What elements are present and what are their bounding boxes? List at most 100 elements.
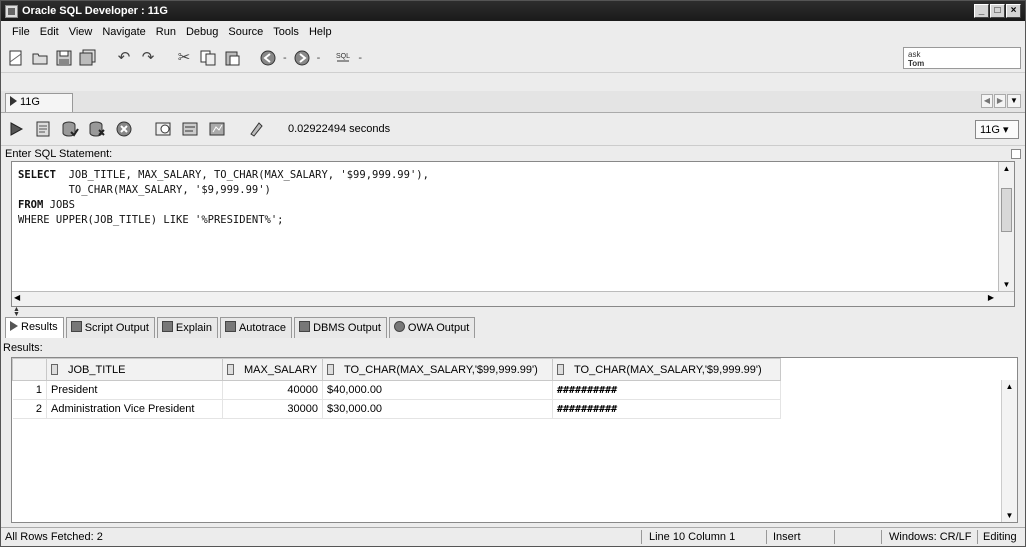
- back-dropdown-icon[interactable]: -: [283, 49, 287, 67]
- tab-owa-output[interactable]: OWA Output: [388, 317, 476, 338]
- enter-sql-label: Enter SQL Statement:: [5, 148, 113, 160]
- tab-right-icon[interactable]: ▶: [994, 94, 1006, 108]
- menu-source[interactable]: Source: [223, 26, 268, 38]
- clear-eraser-icon[interactable]: [247, 120, 265, 138]
- window-controls: _ □ ×: [974, 4, 1021, 18]
- forward-dropdown-icon[interactable]: -: [317, 49, 321, 67]
- tab-results-label: Results: [21, 321, 58, 333]
- cell-max-salary[interactable]: 30000: [222, 399, 323, 419]
- menu-navigate[interactable]: Navigate: [97, 26, 150, 38]
- col-header-to-char-1[interactable]: TO_CHAR(MAX_SALARY,'$99,999.99'): [322, 358, 553, 381]
- results-vertical-scrollbar[interactable]: ▲ ▼: [1001, 380, 1017, 522]
- results-header-row: JOB_TITLE MAX_SALARY TO_CHAR(MAX_SALARY,…: [12, 358, 781, 381]
- tab-11g[interactable]: 11G: [5, 93, 73, 112]
- scroll-right-icon[interactable]: ▶: [988, 293, 994, 302]
- run-statement-icon[interactable]: [7, 120, 25, 138]
- cell-to-char-2[interactable]: ##########: [552, 380, 781, 400]
- autotrace-icon[interactable]: [208, 120, 226, 138]
- sql-line-3: FROM JOBS: [18, 199, 75, 211]
- tab-left-icon[interactable]: ◀: [981, 94, 993, 108]
- paste-icon[interactable]: [223, 49, 241, 67]
- scroll-up-icon[interactable]: ▲: [999, 162, 1014, 176]
- sql-dropdown-icon[interactable]: -: [358, 49, 362, 67]
- history-icon[interactable]: [154, 120, 172, 138]
- autotrace-tab-icon: [224, 321, 236, 332]
- rollback-icon[interactable]: [88, 120, 106, 138]
- scroll-down-icon[interactable]: ▼: [999, 278, 1014, 292]
- minimize-button[interactable]: _: [974, 4, 989, 18]
- cancel-icon[interactable]: [115, 120, 133, 138]
- cell-max-salary[interactable]: 40000: [222, 380, 323, 400]
- undo-icon[interactable]: ↶: [115, 49, 133, 67]
- tab-dbms-output[interactable]: DBMS Output: [294, 317, 387, 338]
- editor-vertical-scrollbar[interactable]: ▲ ▼: [998, 162, 1014, 292]
- open-folder-icon[interactable]: [31, 49, 49, 67]
- tab-explain[interactable]: Explain: [156, 317, 218, 338]
- cell-job-title[interactable]: Administration Vice President: [46, 399, 223, 419]
- new-icon[interactable]: [7, 49, 25, 67]
- sql-developer-window: Oracle SQL Developer : 11G _ □ × File Ed…: [0, 0, 1026, 547]
- menu-tools[interactable]: Tools: [268, 26, 304, 38]
- redo-icon[interactable]: ↷: [139, 49, 157, 67]
- results-scroll-down-icon[interactable]: ▼: [1002, 511, 1017, 520]
- forward-icon[interactable]: [293, 49, 311, 67]
- explain-plan-icon[interactable]: [181, 120, 199, 138]
- col-header-job-title[interactable]: JOB_TITLE: [46, 358, 223, 381]
- sql-worksheet-icon[interactable]: SQL: [334, 49, 352, 67]
- menu-edit[interactable]: Edit: [35, 26, 64, 38]
- menu-debug[interactable]: Debug: [181, 26, 223, 38]
- back-icon[interactable]: [259, 49, 277, 67]
- sql-editor[interactable]: SELECT JOB_TITLE, MAX_SALARY, TO_CHAR(MA…: [11, 161, 1015, 307]
- tab-script-output-label: Script Output: [84, 322, 149, 334]
- col-header-to-char-2[interactable]: TO_CHAR(MAX_SALARY,'$9,999.99'): [552, 358, 781, 381]
- script-output-icon: [70, 321, 82, 332]
- menu-run[interactable]: Run: [151, 26, 181, 38]
- tab-script-output[interactable]: Script Output: [65, 317, 155, 338]
- column-type-icon: [557, 363, 564, 375]
- tab-list-dropdown-icon[interactable]: ▼: [1007, 94, 1021, 108]
- menu-file[interactable]: File: [7, 26, 35, 38]
- run-script-icon[interactable]: [34, 120, 52, 138]
- status-rows-fetched: All Rows Fetched: 2: [5, 531, 103, 543]
- table-row[interactable]: 2 Administration Vice President 30000 $3…: [12, 399, 781, 419]
- menu-help[interactable]: Help: [304, 26, 337, 38]
- app-icon: [5, 4, 18, 18]
- owa-output-icon: [393, 321, 405, 332]
- explain-icon: [161, 321, 173, 332]
- results-table: JOB_TITLE MAX_SALARY TO_CHAR(MAX_SALARY,…: [12, 358, 781, 419]
- ask-label: ask: [908, 50, 921, 59]
- commit-icon[interactable]: [61, 120, 79, 138]
- cell-job-title[interactable]: President: [46, 380, 223, 400]
- col-header-max-salary[interactable]: MAX_SALARY: [222, 358, 323, 381]
- cell-to-char-1[interactable]: $40,000.00: [322, 380, 553, 400]
- tab-dbms-output-label: DBMS Output: [313, 322, 381, 334]
- results-grid[interactable]: JOB_TITLE MAX_SALARY TO_CHAR(MAX_SALARY,…: [11, 357, 1018, 523]
- cut-icon[interactable]: ✂: [175, 49, 193, 67]
- results-label: Results:: [3, 342, 43, 354]
- cell-to-char-2[interactable]: ##########: [552, 399, 781, 419]
- save-icon[interactable]: [55, 49, 73, 67]
- status-state: Editing: [983, 531, 1017, 543]
- tab-autotrace[interactable]: Autotrace: [219, 317, 293, 338]
- results-scroll-up-icon[interactable]: ▲: [1002, 382, 1017, 391]
- title-bar: Oracle SQL Developer : 11G _ □ ×: [1, 1, 1025, 21]
- column-type-icon: [51, 363, 58, 375]
- maximize-button[interactable]: □: [990, 4, 1005, 18]
- copy-icon[interactable]: [199, 49, 217, 67]
- execution-time: 0.02922494 seconds: [288, 123, 391, 135]
- tab-results[interactable]: Results: [5, 317, 64, 338]
- connection-select[interactable]: 11G ▾: [975, 120, 1019, 139]
- maximize-editor-toggle[interactable]: [1011, 149, 1021, 159]
- sql-text[interactable]: SELECT JOB_TITLE, MAX_SALARY, TO_CHAR(MA…: [12, 162, 998, 292]
- column-type-icon: [227, 363, 234, 375]
- splitter-handle-icon[interactable]: ▲ ▼: [13, 306, 20, 318]
- menu-view[interactable]: View: [64, 26, 98, 38]
- table-row[interactable]: 1 President 40000 $40,000.00 ##########: [12, 380, 781, 400]
- editor-scroll-thumb[interactable]: [1001, 188, 1012, 232]
- editor-horizontal-scrollbar[interactable]: ◀ ▶: [12, 291, 1014, 306]
- close-button[interactable]: ×: [1006, 4, 1021, 18]
- save-all-icon[interactable]: [79, 49, 97, 67]
- scroll-left-icon[interactable]: ◀: [14, 293, 20, 302]
- cell-to-char-1[interactable]: $30,000.00: [322, 399, 553, 419]
- ask-tom-search[interactable]: ask Tom: [903, 47, 1021, 69]
